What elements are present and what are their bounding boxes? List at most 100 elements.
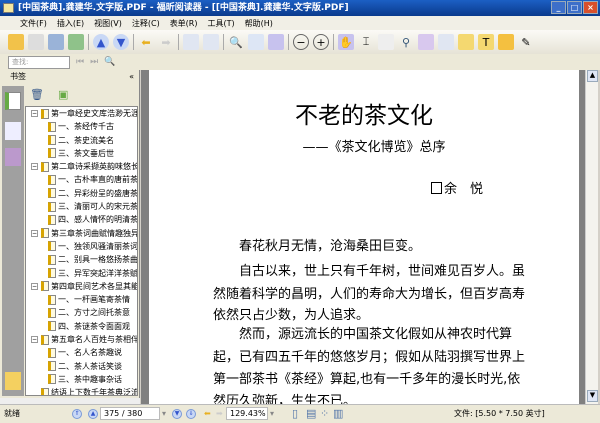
open-icon[interactable] <box>8 34 24 50</box>
menu-insert[interactable]: 插入(E) <box>57 18 84 29</box>
menu-tools[interactable]: 工具(T) <box>208 18 235 29</box>
typewriter-icon[interactable] <box>418 34 434 50</box>
bookmark-label: 第一章经史文库浩渺无涯 <box>51 109 138 118</box>
bookmark-item[interactable]: − 第三章茶词曲赋情趣独异 <box>26 227 137 240</box>
delete-bookmark-icon[interactable]: 🗑 <box>30 88 44 101</box>
bookmarks-tab-icon[interactable] <box>5 92 21 110</box>
zoom-dropdown-icon[interactable]: ▾ <box>270 405 274 422</box>
prev-page-icon[interactable]: ▲ <box>93 34 109 50</box>
find-input[interactable]: 查找: <box>8 55 70 69</box>
bookmark-icon <box>41 161 49 172</box>
layers-tab-icon[interactable] <box>5 148 21 166</box>
bookmark-label: 三、茶中趣事杂话 <box>58 374 122 384</box>
continuous-icon[interactable]: ▤ <box>306 405 316 422</box>
collapse-icon[interactable]: − <box>31 336 38 344</box>
bookmark-item[interactable]: − 第五章名人百姓与茶相伴 <box>26 333 137 346</box>
collapse-icon[interactable]: − <box>31 110 38 117</box>
bookmark-item[interactable]: 三、清丽可人的宋元茶诗 <box>26 200 137 213</box>
bookmark-item[interactable]: 一、名人名茶趣说 <box>26 346 137 359</box>
collapse-icon[interactable]: − <box>31 282 38 290</box>
snapshot-icon[interactable] <box>378 34 394 50</box>
fit-page-icon[interactable] <box>248 34 264 50</box>
highlight-icon[interactable] <box>438 34 454 50</box>
single-page-icon[interactable]: ▯ <box>292 405 298 422</box>
bookmark-icon <box>48 307 56 318</box>
search-icon[interactable]: 🔍 <box>104 57 115 67</box>
bookmark-item[interactable]: 二、茶人茶话笑谈 <box>26 360 137 373</box>
collapse-icon[interactable]: − <box>31 229 38 237</box>
zoom-in-icon[interactable]: 🔍 <box>228 34 244 50</box>
print-icon[interactable] <box>48 34 64 50</box>
bookmark-item[interactable]: − 第四章民间艺术各显其能 <box>26 280 137 293</box>
add-bookmark-icon[interactable]: ▣ <box>58 88 68 101</box>
maximize-button[interactable]: □ <box>567 1 582 14</box>
scroll-up-button[interactable]: ▲ <box>587 70 598 82</box>
close-button[interactable]: × <box>583 1 598 14</box>
pen-icon[interactable]: ✎ <box>518 34 534 50</box>
minimize-button[interactable]: _ <box>551 1 566 14</box>
vertical-scrollbar[interactable]: ▲ ▼ <box>585 70 598 404</box>
facing-icon[interactable]: ⁘ <box>320 405 329 422</box>
forward-icon[interactable]: ➡ <box>216 405 223 422</box>
bookmark-item[interactable]: 三、茶文垂后世 <box>26 147 137 160</box>
zoom-input[interactable]: 129.43% <box>226 407 268 420</box>
page-subtitle: ——《茶文化博览》总序 <box>302 140 446 155</box>
bookmark-item[interactable]: 四、感人情怀的明清茶诗 <box>26 213 137 226</box>
next-page-icon[interactable]: ▼ <box>113 34 129 50</box>
status-text: 就绪 <box>4 409 20 418</box>
forward-icon[interactable]: ➡ <box>158 34 174 50</box>
binoculars-icon[interactable]: ⚲ <box>398 34 414 50</box>
bookmark-item[interactable]: 一、古朴率直的唐前茶诗 <box>26 173 137 186</box>
scroll-down-button[interactable]: ▼ <box>587 390 598 402</box>
menu-comment[interactable]: 注释(C) <box>132 18 160 29</box>
comment-icon[interactable] <box>498 34 514 50</box>
bookmark-item[interactable]: 一、一杆画笔寄茶情 <box>26 293 137 306</box>
bookmark-icon <box>48 201 56 212</box>
save-icon[interactable] <box>28 34 44 50</box>
textbox-icon[interactable]: T <box>478 34 494 50</box>
collapse-icon[interactable]: − <box>31 163 38 171</box>
rotate-icon[interactable] <box>183 34 199 50</box>
continuous-facing-icon[interactable]: ▥ <box>333 405 343 422</box>
bookmark-item[interactable]: − 第一章经史文库浩渺无涯 <box>26 107 137 120</box>
note-icon[interactable] <box>458 34 474 50</box>
zoom-plus-icon[interactable]: + <box>313 34 329 50</box>
next-page-button[interactable]: ▼ <box>172 409 182 419</box>
menu-help[interactable]: 帮助(H) <box>245 18 273 29</box>
bookmark-item[interactable]: 四、茶谜茶令面面观 <box>26 320 137 333</box>
page-number-input[interactable]: 375 / 380 <box>100 407 160 420</box>
bookmark-item[interactable]: 结语上下数千年茶典泛流 <box>26 386 137 395</box>
hand-tool-icon[interactable]: ✋ <box>338 34 354 50</box>
back-icon[interactable]: ⬅ <box>138 34 154 50</box>
bookmark-item[interactable]: 三、茶中趣事杂话 <box>26 373 137 386</box>
find-next-icon[interactable]: ⏭ <box>90 57 98 67</box>
prev-page-button[interactable]: ▲ <box>88 409 98 419</box>
bookmark-item[interactable]: 二、茶史流美名 <box>26 134 137 147</box>
bookmark-item[interactable]: 二、别具一格悠扬茶曲 <box>26 253 137 266</box>
bookmark-item[interactable]: 二、方寸之间托茶意 <box>26 306 137 319</box>
pages-tab-icon[interactable] <box>5 122 21 140</box>
menu-file[interactable]: 文件(F) <box>20 18 47 29</box>
bookmark-item[interactable]: 一、独领风骚清丽茶词 <box>26 240 137 253</box>
bookmark-item[interactable]: 三、异军突起洋洋茶赋 <box>26 267 137 280</box>
email-icon[interactable] <box>68 34 84 50</box>
rotate-ccw-icon[interactable] <box>203 34 219 50</box>
first-page-button[interactable]: ⇑ <box>72 409 82 419</box>
menu-form[interactable]: 表单(R) <box>170 18 198 29</box>
fit-width-icon[interactable] <box>268 34 284 50</box>
page-dropdown-icon[interactable]: ▾ <box>162 405 166 422</box>
last-page-button[interactable]: ⇓ <box>186 409 196 419</box>
back-icon[interactable]: ⬅ <box>204 405 211 422</box>
bookmark-item[interactable]: − 第二章诗采撷英韵味悠长 <box>26 160 137 173</box>
page-author: 余 悦 <box>431 178 483 197</box>
bookmark-item[interactable]: 二、异彩纷呈的盛唐茶诗 <box>26 187 137 200</box>
select-text-icon[interactable]: ⌶ <box>358 34 374 50</box>
comments-tab-icon[interactable] <box>5 372 21 390</box>
menu-view[interactable]: 视图(V) <box>94 18 122 29</box>
bookmark-item[interactable]: 一、茶经传千古 <box>26 120 137 133</box>
separator <box>288 34 289 50</box>
collapse-panel-button[interactable]: « <box>129 70 134 84</box>
zoom-out-icon[interactable]: − <box>293 34 309 50</box>
bookmark-label: 第四章民间艺术各显其能 <box>51 281 138 291</box>
find-prev-icon[interactable]: ⏮ <box>76 57 84 67</box>
